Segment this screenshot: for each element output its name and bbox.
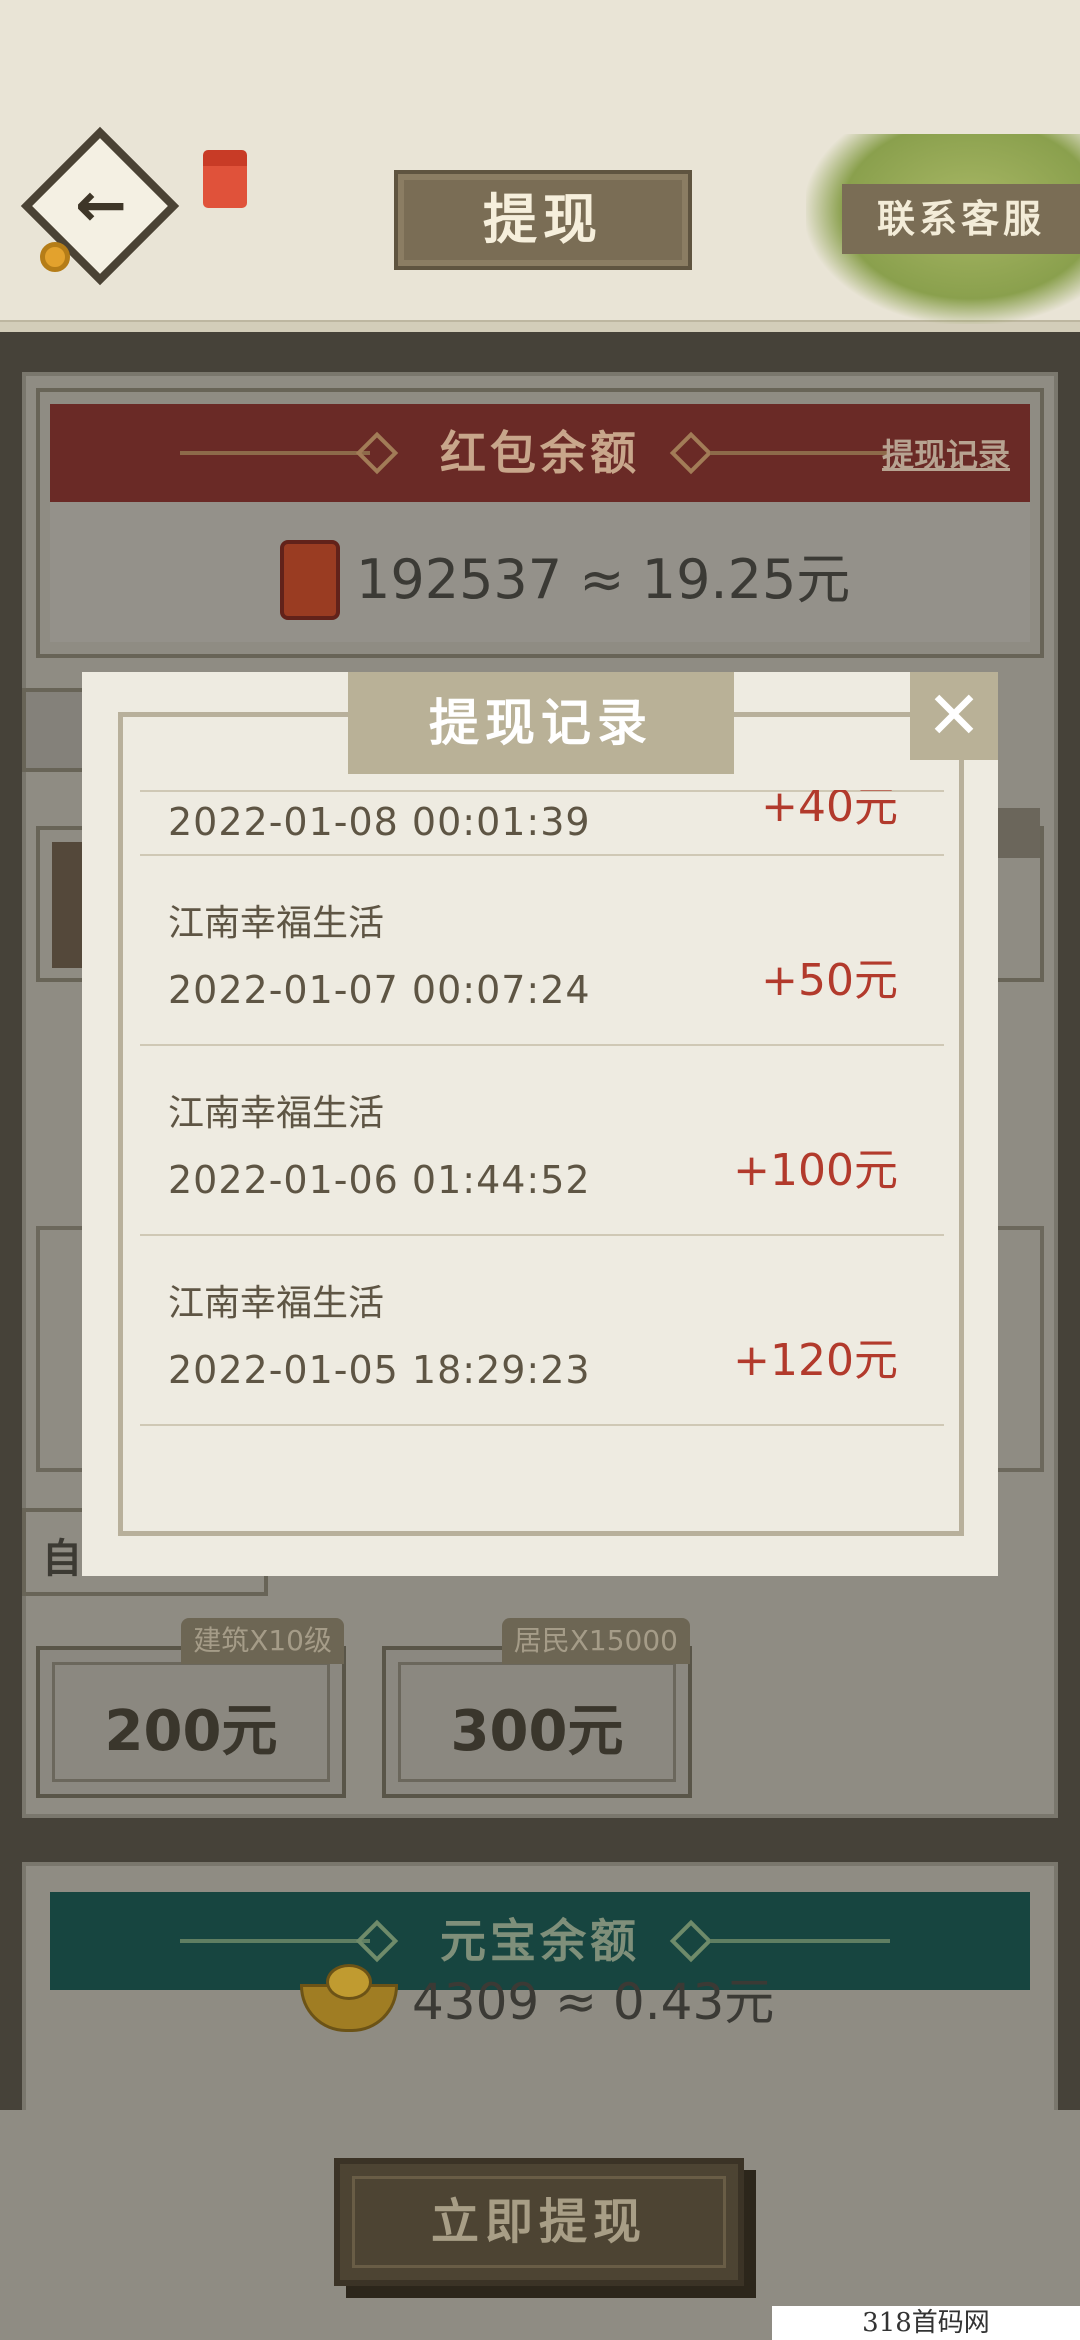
close-icon[interactable]: ✕ [910,672,998,760]
list-item: 江南幸福生活 2022-01-06 01:44:52 +100元 [140,1046,944,1236]
arrow-left-icon[interactable]: ← [66,168,136,242]
record-amount: +50元 [761,955,898,1006]
option-amount: 200元 [104,1699,278,1764]
list-item: 江南幸福生活 2022-01-07 00:07:24 +50元 [140,856,944,1046]
option-requirement-tag: 建筑X10级 [181,1618,344,1664]
ingot-top [326,1964,372,2000]
coin-icon [40,242,70,272]
withdraw-now-label: 立即提现 [430,2194,647,2250]
withdraw-record-link[interactable]: 提现记录 [882,430,1022,474]
record-name: 江南幸福生活 [168,1283,385,1324]
record-time: 2022-01-06 01:44:52 [168,1158,591,1202]
record-time: 2022-01-07 00:07:24 [168,968,591,1012]
divider-line [710,451,890,455]
withdraw-record-dialog: 2022-01-08 00:01:39 +40元 江南幸福生活 2022-01-… [82,672,998,1576]
yuanbao-balance-value: 4309 ≈ 0.43元 [412,1973,775,2031]
red-envelope-icon[interactable] [203,150,247,208]
contact-support-button[interactable]: 联系客服 [842,184,1080,254]
record-amount: +100元 [733,1145,898,1196]
list-divider [140,792,944,856]
record-amount: +120元 [733,1335,898,1386]
red-envelope-icon [280,540,340,620]
record-name: 江南幸福生活 [168,1093,385,1134]
list-item: 江南幸福生活 2022-01-05 18:29:23 +120元 [140,1236,944,1426]
red-balance-value: 192537 ≈ 19.25元 [356,548,851,611]
red-balance-title: 红包余额 [440,426,640,480]
divider-line [710,1939,890,1943]
page-title: 提现 [483,188,603,251]
gold-ingot-icon [300,1964,398,2034]
divider-line [180,451,370,455]
record-time: 2022-01-05 18:29:23 [168,1348,591,1392]
withdraw-option-card[interactable]: 居民X15000 300元 [382,1618,692,1798]
record-name: 江南幸福生活 [168,903,385,944]
section-tab-label: 自 [42,1536,82,1582]
dialog-title: 提现记录 [429,694,653,752]
record-list[interactable]: 2022-01-08 00:01:39 +40元 江南幸福生活 2022-01-… [140,790,944,1548]
withdraw-now-button[interactable]: 立即提现 [334,2158,744,2286]
option-amount: 300元 [450,1699,624,1764]
option-requirement-tag: 居民X15000 [501,1618,690,1664]
watermark: 318首码网 www.E318.com [772,2306,1080,2340]
divider-line [180,1939,370,1943]
withdraw-option-card[interactable]: 建筑X10级 200元 [36,1618,346,1798]
